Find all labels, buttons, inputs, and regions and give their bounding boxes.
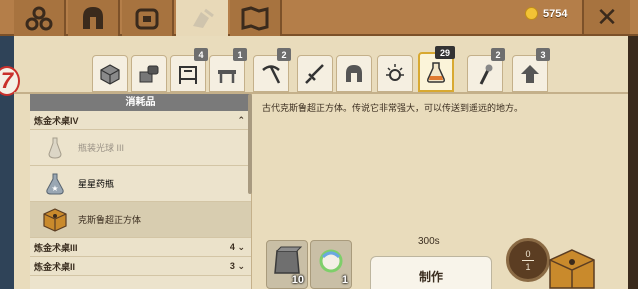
group-count: 4 <box>229 241 235 252</box>
category-tab-materials[interactable] <box>131 55 167 92</box>
close-button[interactable]: ✕ <box>582 0 630 34</box>
cube-icon <box>100 63 120 85</box>
tab-resources[interactable] <box>14 0 66 36</box>
sword-icon <box>305 63 324 84</box>
sparkle-icon <box>386 63 404 81</box>
list-item-light-bottle[interactable]: 瓶装光球 III <box>30 130 251 166</box>
category-tab-consumables[interactable]: 29 <box>418 46 455 92</box>
group-label: 炼金术桌IV <box>34 115 79 126</box>
material-slot-orb[interactable]: 1 <box>310 240 352 289</box>
tab-inventory[interactable] <box>122 0 174 36</box>
category-tab-blocks[interactable] <box>92 55 128 92</box>
craft-button[interactable]: 制作 <box>370 256 492 289</box>
helmet-icon <box>83 7 103 29</box>
item-label: 瓶装光球 III <box>78 143 125 153</box>
category-badge: 29 <box>435 46 455 59</box>
recipe-list: 消耗品 炼金术桌IV ⌃ 瓶装光球 III ★ 星星药瓶 克斯鲁超正方体 炼金术… <box>30 94 252 289</box>
category-tab-weapons[interactable] <box>297 55 333 92</box>
tesseract-icon <box>549 249 595 289</box>
table-icon <box>218 69 236 83</box>
crafting-icon <box>193 8 214 28</box>
queue-total: 1 <box>525 261 531 272</box>
helmet-icon <box>346 64 362 82</box>
category-tab-magic[interactable] <box>377 55 413 92</box>
group-label: 炼金术桌II <box>34 261 76 272</box>
group-alchemy-table-ii[interactable]: 炼金术桌II 3 ⌄ <box>30 257 251 276</box>
item-label: 克斯鲁超正方体 <box>78 215 142 225</box>
coin-icon <box>525 7 538 20</box>
group-count: 3 <box>229 260 235 271</box>
top-navigation-bar: 5754 ✕ <box>0 0 638 38</box>
craft-time: 300s <box>418 236 440 247</box>
furniture-icon <box>179 65 197 84</box>
category-tab-lighting[interactable]: 2 <box>467 48 505 92</box>
list-item-tesseract[interactable]: 克斯鲁超正方体 <box>30 202 251 238</box>
svg-text:★: ★ <box>51 184 58 193</box>
expand-arrow-icon: ⌄ <box>237 241 245 252</box>
currency-display: 5754 <box>525 7 567 20</box>
list-scrollbar[interactable] <box>248 94 252 194</box>
group-alchemy-table-iii[interactable]: 炼金术桌III 4 ⌄ <box>30 238 251 257</box>
category-badge: 3 <box>536 48 550 61</box>
upgrade-arrow-icon <box>521 64 539 83</box>
material-count: 10 <box>291 274 304 286</box>
group-alchemy-table-iv[interactable]: 炼金术桌IV ⌃ <box>30 111 251 130</box>
result-item-slot[interactable] <box>548 248 596 289</box>
item-description: 古代克斯鲁超正方体。传说它非常强大，可以传送到遥远的地方。 <box>262 103 524 113</box>
star-potion-icon: ★ <box>42 171 68 197</box>
queue-current: 0 <box>525 248 531 259</box>
currency-amount: 5754 <box>543 7 568 20</box>
category-tab-furniture[interactable]: 4 <box>170 48 208 92</box>
tab-crafting[interactable] <box>176 0 228 38</box>
list-header: 消耗品 <box>30 94 251 111</box>
tesseract-icon <box>42 207 68 233</box>
category-badge: 2 <box>277 48 291 61</box>
pickaxe-icon <box>262 64 281 84</box>
category-tab-tools[interactable]: 2 <box>253 48 291 92</box>
list-item-star-potion[interactable]: ★ 星星药瓶 <box>30 166 251 202</box>
category-badge: 1 <box>233 48 247 61</box>
resource-balls-icon <box>25 6 53 31</box>
category-tab-tables[interactable]: 1 <box>209 48 247 92</box>
torch-icon <box>479 64 493 85</box>
material-slot-stone[interactable]: 10 <box>266 240 308 289</box>
tab-map[interactable] <box>230 0 282 36</box>
material-count: 1 <box>341 274 348 286</box>
category-tab-upgrades[interactable]: 3 <box>512 48 550 92</box>
backpack-icon <box>135 8 159 30</box>
item-label: 星星药瓶 <box>78 179 115 189</box>
tab-armor[interactable] <box>68 0 120 36</box>
group-label: 炼金术桌III <box>34 242 78 253</box>
craft-queue-counter: 0 1 <box>506 238 550 282</box>
map-icon <box>241 6 269 31</box>
category-badge: 2 <box>491 48 505 61</box>
light-bottle-icon <box>42 135 68 161</box>
expand-arrow-icon: ⌄ <box>237 260 245 271</box>
category-tab-armor[interactable] <box>336 55 372 92</box>
materials-icon <box>139 65 159 82</box>
potion-flask-icon <box>427 62 445 83</box>
collapse-arrow-icon: ⌃ <box>237 114 245 125</box>
category-badge: 4 <box>194 48 208 61</box>
